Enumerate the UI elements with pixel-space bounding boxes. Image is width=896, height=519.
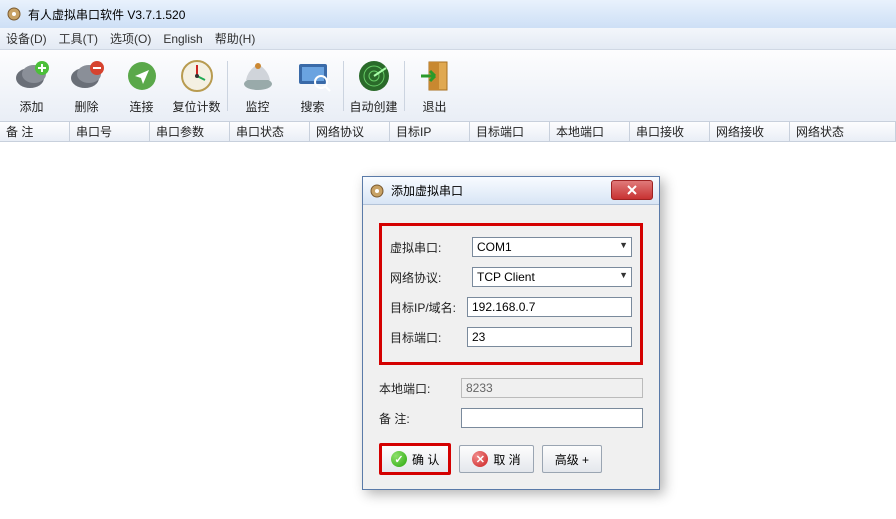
app-icon xyxy=(6,6,22,22)
input-note[interactable] xyxy=(461,408,643,428)
cancel-icon: ✕ xyxy=(472,451,488,467)
label-target-ip: 目标IP/域名: xyxy=(390,299,461,316)
cancel-button[interactable]: ✕ 取 消 xyxy=(459,445,533,473)
col-comstate[interactable]: 串口状态 xyxy=(230,122,310,141)
dialog-title: 添加虚拟串口 xyxy=(391,182,463,199)
row-virtual-com: 虚拟串口: xyxy=(390,232,632,262)
label-virtual-com: 虚拟串口: xyxy=(390,239,466,256)
label-protocol: 网络协议: xyxy=(390,269,466,286)
input-local-port xyxy=(461,378,643,398)
col-netrecv[interactable]: 网络接收 xyxy=(710,122,790,141)
col-comparam[interactable]: 串口参数 xyxy=(150,122,230,141)
ok-button[interactable]: ✓ 确 认 xyxy=(379,443,451,475)
toolbar-autocreate-button[interactable]: 自动创建 xyxy=(346,53,401,119)
label-target-port: 目标端口: xyxy=(390,329,461,346)
monitor-icon xyxy=(238,56,278,96)
input-target-port[interactable] xyxy=(467,327,632,347)
col-targetip[interactable]: 目标IP xyxy=(390,122,470,141)
col-netproto[interactable]: 网络协议 xyxy=(310,122,390,141)
menu-bar: 设备(D) 工具(T) 选项(O) English 帮助(H) xyxy=(0,28,896,50)
search-icon xyxy=(293,56,333,96)
toolbar-search-button[interactable]: 搜索 xyxy=(285,53,340,119)
cancel-button-label: 取 消 xyxy=(493,451,520,468)
col-targetport[interactable]: 目标端口 xyxy=(470,122,550,141)
window-titlebar: 有人虚拟串口软件 V3.7.1.520 xyxy=(0,0,896,28)
highlighted-fields: 虚拟串口: 网络协议: 目标IP/域名: 目标端口: xyxy=(379,223,643,365)
advanced-button-label: 高级 + xyxy=(555,451,589,468)
row-target-port: 目标端口: xyxy=(390,322,632,352)
exit-icon xyxy=(415,56,455,96)
row-local-port: 本地端口: xyxy=(379,373,643,403)
window-title: 有人虚拟串口软件 V3.7.1.520 xyxy=(28,6,185,23)
dialog-close-button[interactable] xyxy=(611,180,653,200)
toolbar-autocreate-label: 自动创建 xyxy=(349,98,397,115)
advanced-button[interactable]: 高级 + xyxy=(542,445,602,473)
select-virtual-com-wrap xyxy=(472,237,632,257)
dialog-buttons: ✓ 确 认 ✕ 取 消 高级 + xyxy=(379,443,643,475)
add-vcom-dialog: 添加虚拟串口 虚拟串口: 网络协议: 目标IP/域名: xyxy=(362,176,660,490)
menu-options[interactable]: 选项(O) xyxy=(110,30,151,47)
toolbar-exit-label: 退出 xyxy=(422,98,446,115)
toolbar-delete-label: 删除 xyxy=(74,98,98,115)
reset-counter-icon xyxy=(177,56,217,96)
select-protocol-wrap xyxy=(472,267,632,287)
radar-icon xyxy=(354,56,394,96)
toolbar-reset-button[interactable]: 复位计数 xyxy=(169,53,224,119)
add-icon xyxy=(12,56,52,96)
toolbar-monitor-label: 监控 xyxy=(245,98,269,115)
col-comport[interactable]: 串口号 xyxy=(70,122,150,141)
col-netstate[interactable]: 网络状态 xyxy=(790,122,896,141)
toolbar: 添加 删除 连接 复位计数 监控 搜索 自动创建 xyxy=(0,50,896,122)
toolbar-search-label: 搜索 xyxy=(300,98,324,115)
toolbar-reset-label: 复位计数 xyxy=(172,98,220,115)
check-icon: ✓ xyxy=(391,451,407,467)
toolbar-add-label: 添加 xyxy=(19,98,43,115)
select-protocol[interactable] xyxy=(472,267,632,287)
toolbar-connect-label: 连接 xyxy=(129,98,153,115)
menu-tools[interactable]: 工具(T) xyxy=(59,30,98,47)
close-icon xyxy=(626,185,638,195)
label-note: 备 注: xyxy=(379,410,455,427)
ok-button-label: 确 认 xyxy=(412,451,439,468)
delete-icon xyxy=(67,56,107,96)
menu-device[interactable]: 设备(D) xyxy=(6,30,47,47)
dialog-titlebar[interactable]: 添加虚拟串口 xyxy=(363,177,659,205)
column-headers: 备 注 串口号 串口参数 串口状态 网络协议 目标IP 目标端口 本地端口 串口… xyxy=(0,122,896,142)
toolbar-exit-button[interactable]: 退出 xyxy=(407,53,462,119)
row-target-ip: 目标IP/域名: xyxy=(390,292,632,322)
connect-icon xyxy=(122,56,162,96)
label-local-port: 本地端口: xyxy=(379,380,455,397)
col-comrecv[interactable]: 串口接收 xyxy=(630,122,710,141)
toolbar-connect-button[interactable]: 连接 xyxy=(114,53,169,119)
menu-help[interactable]: 帮助(H) xyxy=(215,30,256,47)
dialog-icon xyxy=(369,183,385,199)
row-note: 备 注: xyxy=(379,403,643,433)
row-protocol: 网络协议: xyxy=(390,262,632,292)
col-note[interactable]: 备 注 xyxy=(0,122,70,141)
input-target-ip[interactable] xyxy=(467,297,632,317)
dialog-body: 虚拟串口: 网络协议: 目标IP/域名: 目标端口: 本地端口: xyxy=(363,205,659,489)
select-virtual-com[interactable] xyxy=(472,237,632,257)
toolbar-monitor-button[interactable]: 监控 xyxy=(230,53,285,119)
col-localport[interactable]: 本地端口 xyxy=(550,122,630,141)
toolbar-delete-button[interactable]: 删除 xyxy=(59,53,114,119)
menu-english[interactable]: English xyxy=(163,32,202,46)
toolbar-add-button[interactable]: 添加 xyxy=(4,53,59,119)
